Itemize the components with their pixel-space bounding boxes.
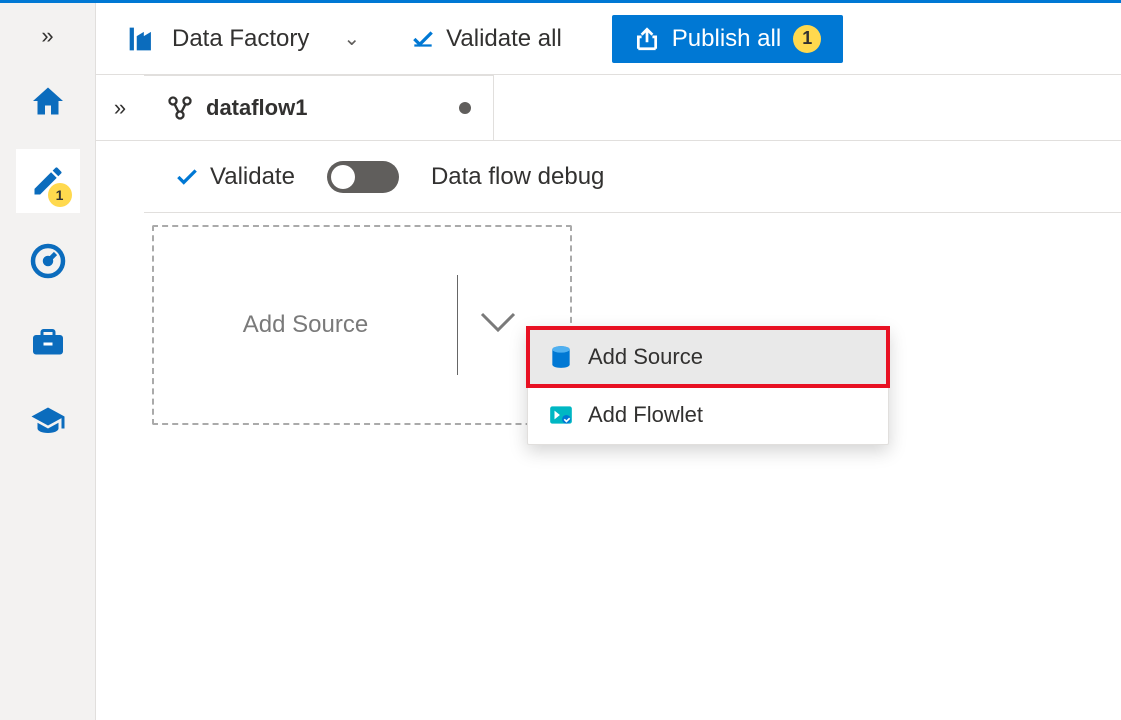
nav-rail: » 1: [0, 3, 96, 720]
validate-all-label: Validate all: [446, 25, 562, 53]
add-source-menu: Add Source Add Flowlet: [527, 327, 889, 445]
chevron-down-icon[interactable]: ⌄: [343, 26, 360, 51]
toggle-knob: [331, 165, 355, 189]
dataflow-icon: [166, 94, 194, 122]
debug-toggle[interactable]: [327, 161, 399, 193]
divider: [457, 275, 458, 375]
validate-all-button[interactable]: Validate all: [400, 19, 572, 59]
publish-icon: [634, 26, 660, 52]
canvas-toolbar: Validate Data flow debug: [144, 141, 1121, 213]
publish-all-label: Publish all: [672, 25, 781, 53]
checkmark-icon: [174, 164, 200, 190]
debug-label: Data flow debug: [431, 163, 604, 191]
tab-label: dataflow1: [206, 95, 307, 121]
nav-home[interactable]: [16, 69, 80, 133]
database-icon: [548, 344, 574, 370]
gauge-icon: [30, 243, 66, 279]
menu-add-flowlet-label: Add Flowlet: [588, 402, 703, 428]
nav-learn[interactable]: [16, 389, 80, 453]
dataflow-canvas: Add Source: [144, 213, 1121, 720]
chevron-down-icon: [478, 310, 518, 334]
nav-author[interactable]: 1: [16, 149, 80, 213]
add-source-label: Add Source: [154, 311, 457, 339]
add-source-dropdown[interactable]: [478, 310, 518, 341]
menu-add-source[interactable]: Add Source: [528, 328, 888, 386]
add-source-box[interactable]: Add Source: [152, 225, 572, 425]
menu-add-source-label: Add Source: [588, 344, 703, 370]
validate-label: Validate: [210, 163, 295, 191]
nav-author-badge: 1: [48, 183, 72, 207]
checkmark-icon: [410, 26, 436, 52]
tab-dataflow1[interactable]: dataflow1: [144, 75, 494, 140]
menu-add-flowlet[interactable]: Add Flowlet: [528, 386, 888, 444]
factory-icon: [124, 22, 158, 56]
tab-row: » dataflow1: [96, 75, 1121, 141]
publish-all-button[interactable]: Publish all 1: [612, 15, 843, 63]
breadcrumb-title: Data Factory: [172, 25, 309, 53]
toolbar: Data Factory ⌄ Validate all Publish all …: [96, 3, 1121, 75]
breadcrumb[interactable]: Data Factory ⌄: [124, 22, 360, 56]
home-icon: [30, 83, 66, 119]
graduation-icon: [30, 403, 66, 439]
nav-manage[interactable]: [16, 309, 80, 373]
validate-button[interactable]: Validate: [174, 163, 295, 191]
tab-expand-icon[interactable]: »: [96, 75, 144, 140]
tab-dirty-dot: [459, 102, 471, 114]
nav-monitor[interactable]: [16, 229, 80, 293]
toolbox-icon: [30, 323, 66, 359]
publish-badge: 1: [793, 25, 821, 53]
flowlet-icon: [548, 402, 574, 428]
nav-expand-icon[interactable]: »: [29, 11, 65, 61]
